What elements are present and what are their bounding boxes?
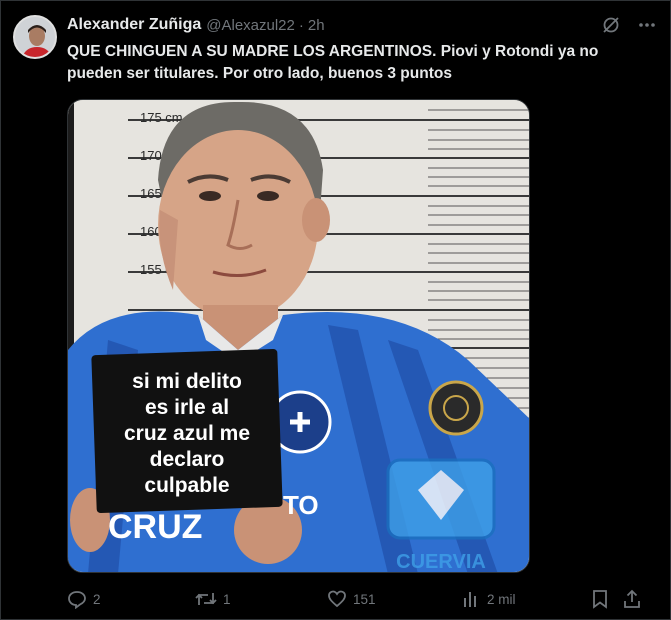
like-button[interactable]: 151 [327, 589, 461, 609]
height-mark-175: 175 cm [140, 110, 183, 125]
bookmark-icon [593, 590, 607, 609]
user-handle[interactable]: @Alexazul22 [206, 17, 295, 34]
sign-line-3: cruz azul me [124, 422, 250, 445]
bookmark-button[interactable] [591, 589, 623, 609]
tweet-card[interactable]: Alexander Zuñiga @Alexazul22 · 2h QUE CH… [0, 0, 671, 620]
avatar[interactable] [13, 15, 57, 59]
action-bar: 2 1 151 2 mil [67, 586, 657, 612]
sign-line-2: es irle al [145, 396, 229, 419]
share-button[interactable] [623, 589, 649, 609]
share-icon [624, 589, 640, 608]
display-name[interactable]: Alexander Zuñiga [67, 16, 201, 34]
reply-count: 2 [93, 591, 101, 607]
reply-icon [68, 591, 86, 609]
mugshot-image: 175 cm 170 165 160 155 cm CRUZ TO si mi … [68, 100, 529, 573]
jersey-sponsor-text: CRUZ [108, 508, 202, 546]
height-mark-170: 170 [140, 148, 162, 163]
reply-button[interactable]: 2 [67, 589, 195, 609]
jersey-sponsor-text-2: TO [283, 490, 319, 520]
retweet-icon [195, 593, 217, 605]
view-count: 2 mil [487, 591, 516, 607]
heart-icon [328, 590, 346, 608]
tweet-media[interactable]: 175 cm 170 165 160 155 cm CRUZ TO si mi … [67, 99, 530, 573]
watermark-text: CUERVIA [396, 551, 486, 573]
tweet-text: QUE CHINGUEN A SU MADRE LOS ARGENTINOS. … [67, 43, 599, 82]
sign-line-4: declaro [150, 448, 225, 471]
tweet-header: Alexander Zuñiga @Alexazul22 · 2h [67, 14, 658, 36]
sign-line-5: culpable [144, 474, 229, 497]
height-mark-165: 165 [140, 186, 162, 201]
header-actions [600, 14, 658, 36]
grok-icon[interactable] [600, 14, 622, 36]
avatar-image [15, 17, 55, 57]
like-count: 151 [353, 591, 376, 607]
sign-line-1: si mi delito [132, 370, 242, 393]
retweet-button[interactable]: 1 [195, 589, 327, 609]
separator: · [298, 16, 304, 34]
watermark-logo: CUERVIA [386, 458, 496, 573]
retweet-count: 1 [223, 591, 231, 607]
timestamp[interactable]: 2h [308, 17, 325, 34]
more-options-icon[interactable] [636, 14, 658, 36]
views-button[interactable]: 2 mil [461, 589, 591, 609]
analytics-icon [464, 592, 476, 607]
